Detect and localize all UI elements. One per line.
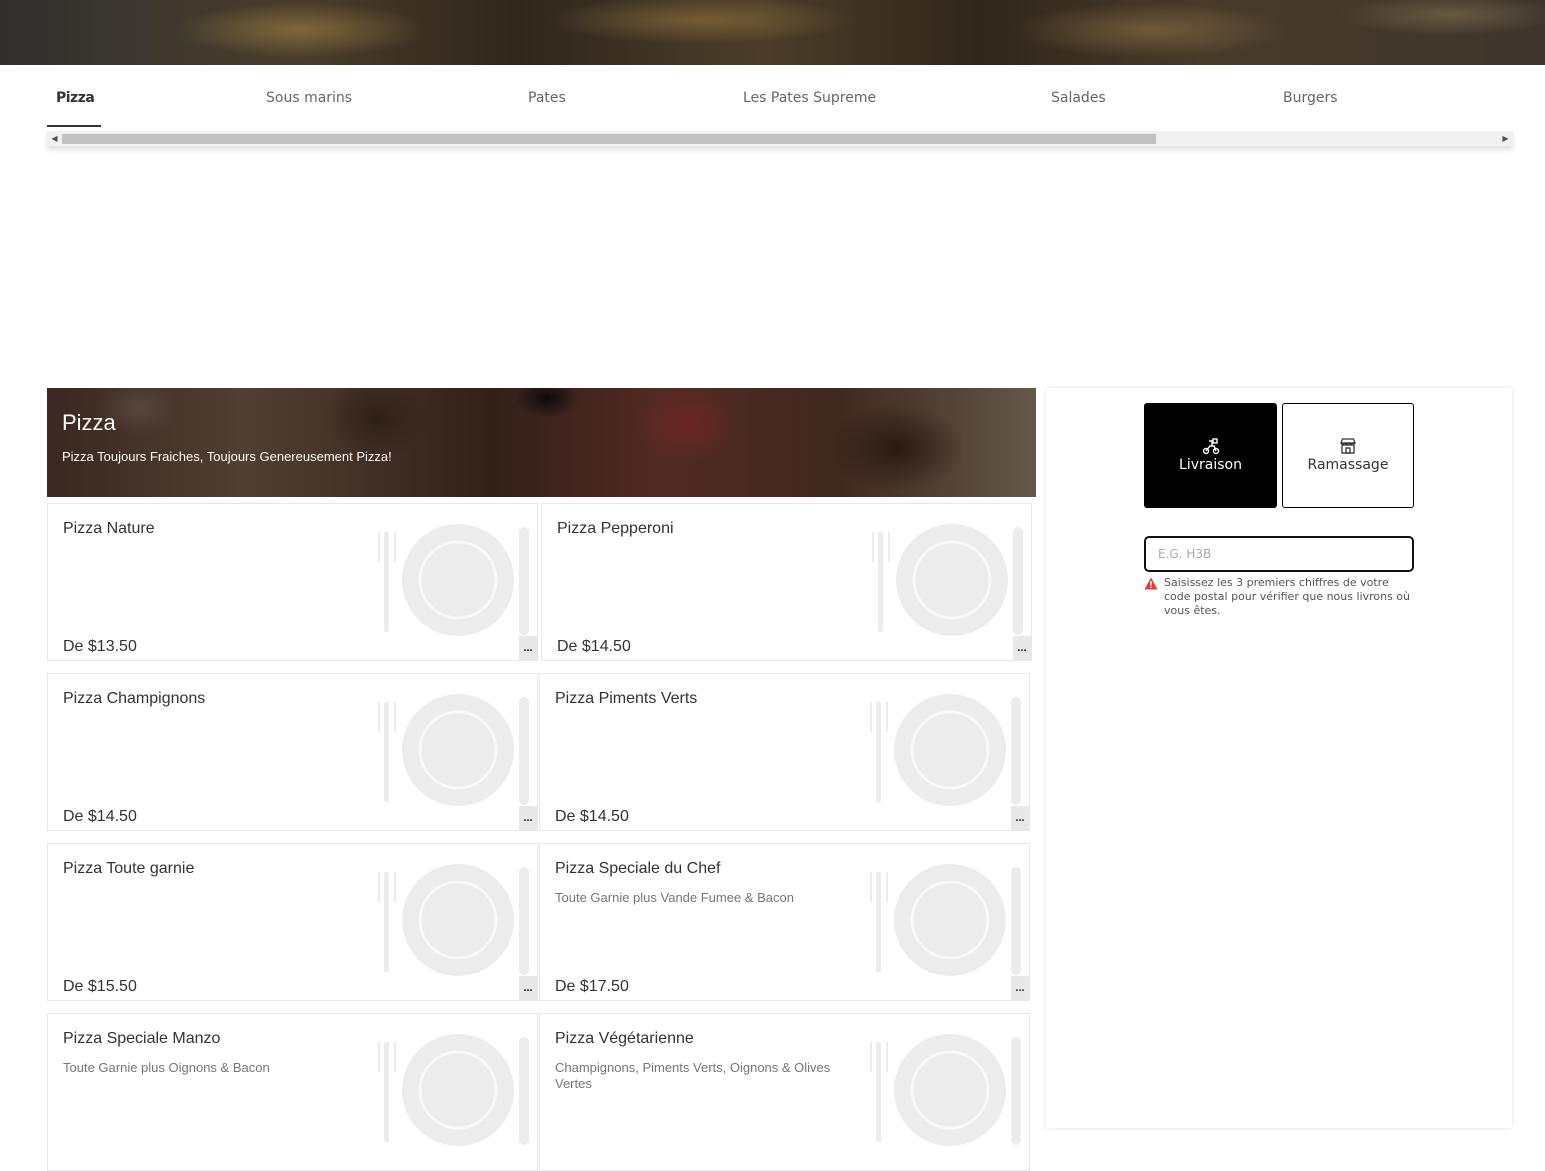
order-sidebar: Livraison Ramassage Saisissez les 3 prem… [1046,388,1512,1128]
plate-icon [378,1034,529,1146]
delivery-mode-label: Livraison [1179,457,1242,473]
menu-item-card[interactable]: Pizza Speciale du Chef Toute Garnie plus… [539,843,1030,1001]
menu-item-name: Pizza Speciale Manzo [63,1030,221,1047]
menu-item-card[interactable]: Pizza Piments Verts De $14.50 ... [539,673,1030,831]
pickup-mode-button[interactable]: Ramassage [1282,403,1414,508]
menu-item-card[interactable]: Pizza Toute garnie De $15.50 ... [47,843,538,1001]
postal-code-hint-text: Saisissez les 3 premiers chiffres de vot… [1164,576,1411,617]
plate-icon [870,694,1021,806]
plate-icon [870,864,1021,976]
menu-item-name: Pizza Champignons [63,690,206,707]
menu-item-card[interactable]: Pizza Champignons De $14.50 ... [47,673,538,831]
delivery-mode-button[interactable]: Livraison [1144,403,1277,508]
plate-icon [872,524,1023,636]
menu-item-name: Pizza Nature [63,520,155,537]
menu-item-name: Pizza Speciale du Chef [555,860,721,877]
item-options-button[interactable]: ... [519,976,537,1000]
store-icon [1340,438,1356,454]
category-title: Pizza [62,410,116,435]
plate-icon [378,694,529,806]
menu-item-price: De $13.50 [63,638,137,655]
menu-item-card[interactable]: Pizza Nature De $13.50 ... [47,503,538,661]
delivery-scooter-icon [1202,438,1219,455]
menu-item-price: De $14.50 [555,808,629,825]
menu-item-description: Toute Garnie plus Oignons & Bacon [63,1060,270,1075]
active-tab-indicator [47,125,101,127]
item-options-button[interactable]: ... [1013,636,1031,660]
menu-item-description: Champignons, Piments Verts, Oignons & Ol… [555,1060,831,1091]
scroll-left-icon[interactable]: ◀ [47,131,62,146]
category-tabs: Pizza Sous marins Pates Les Pates Suprem… [47,65,1513,127]
menu-item-card[interactable]: Pizza Speciale Manzo Toute Garnie plus O… [47,1013,538,1171]
tab-les-pates-supreme[interactable]: Les Pates Supreme [743,65,876,127]
menu-item-price: De $17.50 [555,978,629,995]
tab-salades[interactable]: Salades [1051,65,1106,127]
plate-icon [378,524,529,636]
hero-banner-image [0,0,1545,65]
scrollbar-thumb[interactable] [62,134,1156,144]
tab-sous-marins[interactable]: Sous marins [266,65,352,127]
menu-item-price: De $14.50 [557,638,631,655]
menu-item-name: Pizza Toute garnie [63,860,195,877]
menu-item-price: De $15.50 [63,978,137,995]
menu-item-name: Pizza Pepperoni [557,520,674,537]
pickup-mode-label: Ramassage [1307,457,1389,473]
menu-item-description: Toute Garnie plus Vande Fumee & Bacon [555,890,794,905]
warning-icon [1144,577,1158,590]
plate-icon [378,864,529,976]
postal-code-input[interactable] [1144,536,1414,572]
menu-item-name: Pizza Piments Verts [555,690,698,707]
item-options-button[interactable]: ... [1011,976,1029,1000]
item-options-button[interactable]: ... [1011,806,1029,830]
tab-pizza[interactable]: Pizza [56,65,95,127]
tab-burgers[interactable]: Burgers [1283,65,1338,127]
category-subtitle: Pizza Toujours Fraiches, Toujours Genere… [62,449,392,464]
menu-item-card[interactable]: Pizza Végétarienne Champignons, Piments … [539,1013,1030,1171]
category-banner: Pizza Pizza Toujours Fraiches, Toujours … [47,388,1036,497]
item-options-button[interactable]: ... [519,806,537,830]
menu-item-name: Pizza Végétarienne [555,1030,694,1047]
menu-item-price: De $14.50 [63,808,137,825]
scroll-right-icon[interactable]: ▶ [1498,131,1513,146]
tabs-horizontal-scrollbar[interactable]: ◀ ▶ [47,131,1513,146]
item-options-button[interactable]: ... [519,636,537,660]
plate-icon [870,1034,1021,1146]
tab-pates[interactable]: Pates [528,65,566,127]
menu-item-card[interactable]: Pizza Pepperoni De $14.50 ... [541,503,1032,661]
